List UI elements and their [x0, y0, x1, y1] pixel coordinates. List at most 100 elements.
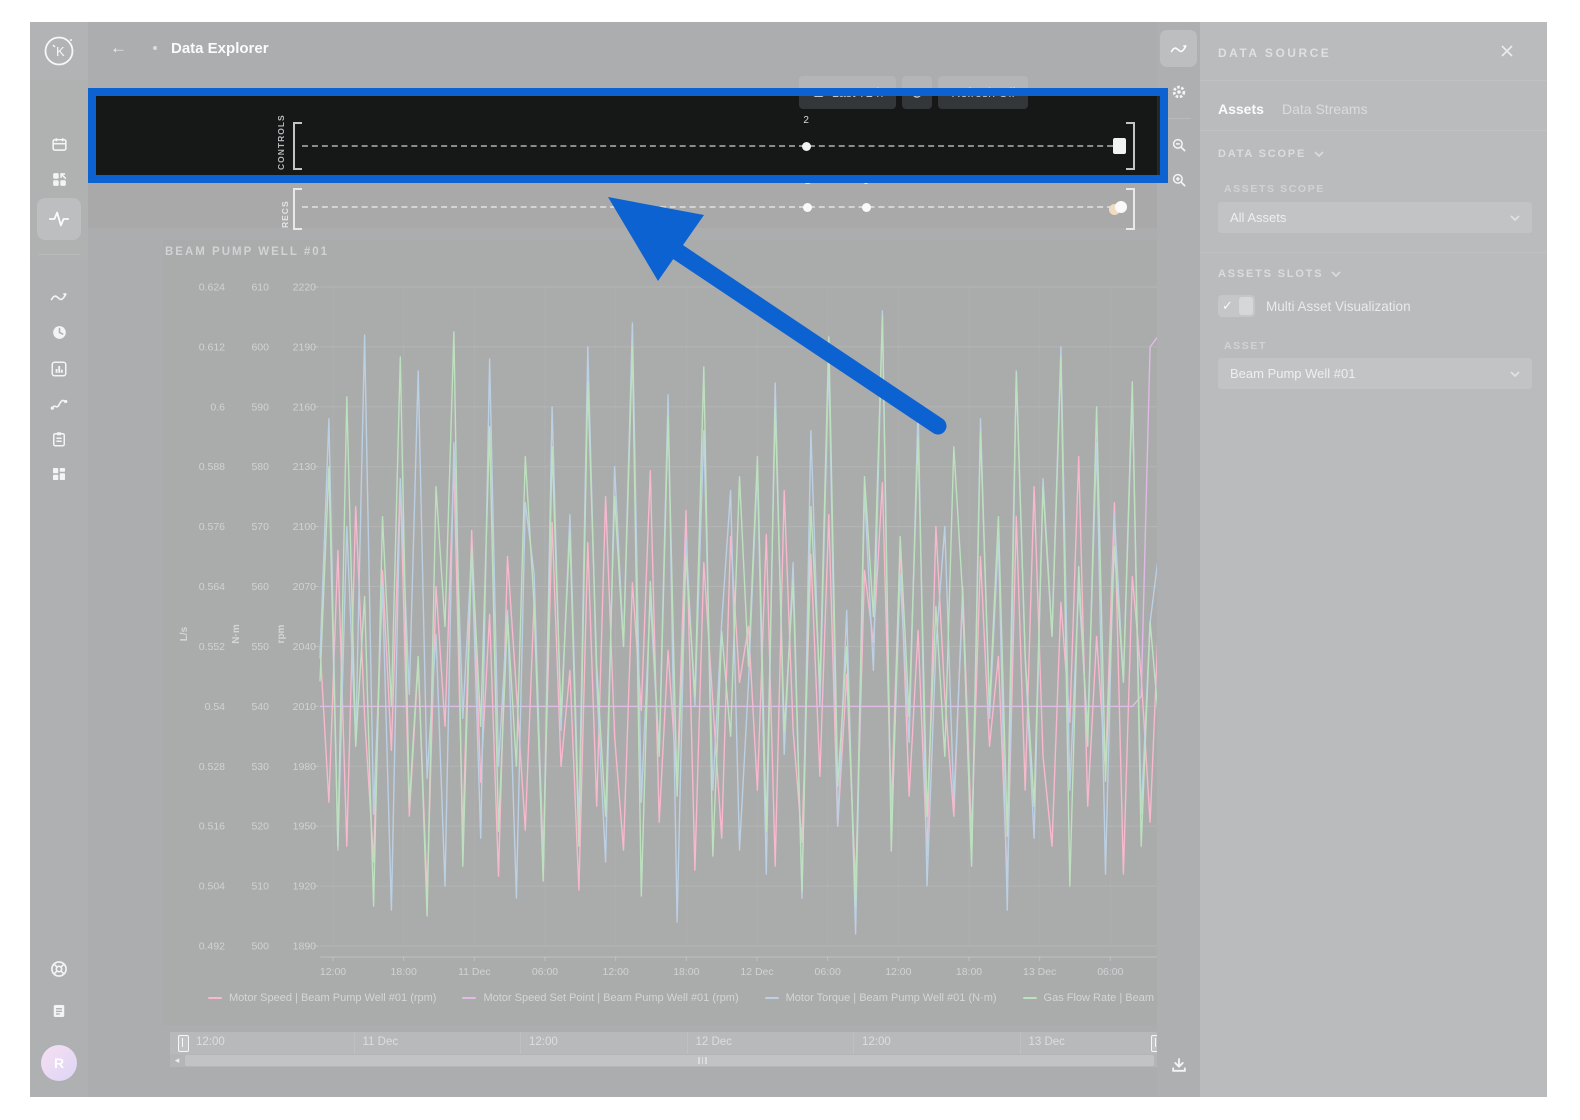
close-icon[interactable] [1500, 44, 1518, 62]
refresh-off-button[interactable]: Refresh Off [938, 76, 1028, 109]
sidebar-item-trends[interactable] [30, 280, 88, 314]
svg-text:13 Dec: 13 Dec [1023, 966, 1056, 978]
sidebar-item-reports[interactable] [30, 422, 88, 456]
svg-text:12 Dec: 12 Dec [740, 966, 773, 978]
svg-text:12:00: 12:00 [603, 966, 629, 978]
time-range-label: Last 72 h [832, 86, 883, 100]
controls-dashed-line [302, 145, 1123, 147]
sidebar-item-history[interactable] [30, 315, 88, 349]
scrollbar-thumb[interactable] [185, 1055, 1154, 1066]
scroll-left-arrow[interactable]: ◂ [170, 1054, 184, 1067]
svg-text:12:00: 12:00 [320, 966, 346, 978]
legend-item[interactable]: Motor Speed Set Point | Beam Pump Well #… [462, 992, 738, 1004]
horizontal-scrollbar[interactable]: ◂ ▸ [170, 1054, 1170, 1067]
calendar-icon [812, 86, 825, 99]
svg-text:1980: 1980 [293, 761, 317, 773]
data-scope-header-label: DATA SCOPE [1218, 148, 1306, 160]
svg-text:0.612: 0.612 [199, 341, 225, 353]
minimap-time-label: 12:00 [529, 1036, 558, 1048]
legend-color-dash [462, 997, 476, 1000]
controls-range-handle[interactable] [1113, 138, 1126, 154]
minimap-section-divider [520, 1032, 521, 1054]
page-header: ← Data Explorer [88, 22, 1157, 74]
toolbar-download-button[interactable] [1157, 1050, 1200, 1080]
svg-text:11 Dec: 11 Dec [458, 966, 491, 978]
timeline-minimap[interactable]: 12:0011 Dec12:0012 Dec12:0013 Dec [170, 1032, 1170, 1054]
logo-button[interactable]: K [30, 22, 88, 80]
user-avatar[interactable]: R [41, 1045, 77, 1081]
top-toolbar: Last 72 h Refresh Off [799, 76, 1028, 109]
svg-text:1950: 1950 [293, 821, 317, 833]
calendar-icon [50, 135, 69, 154]
panel-divider [1200, 80, 1547, 81]
track-event-count: 2 [805, 176, 811, 187]
chart-card: BEAM PUMP WELL #01 0.6240.6120.60.5880.5… [163, 240, 1183, 1025]
toolbar-zoom-out-button[interactable] [1157, 130, 1200, 160]
page-title: Data Explorer [171, 40, 269, 57]
zoom-out-icon [1170, 136, 1188, 154]
panel-title: DATA SOURCE [1218, 46, 1331, 60]
toolbar-settings-button[interactable] [1157, 77, 1200, 107]
asset-label: ASSET [1224, 340, 1267, 352]
sidebar-item-dashboards[interactable] [30, 457, 88, 491]
notes-icon [50, 1002, 68, 1020]
svg-text:0.576: 0.576 [199, 521, 225, 533]
minimap-section-divider [354, 1032, 355, 1054]
track-event-dot[interactable] [802, 142, 811, 151]
svg-text:560: 560 [251, 581, 269, 593]
svg-text:12:00: 12:00 [885, 966, 911, 978]
recs-right-bracket [1126, 188, 1135, 230]
svg-text:2130: 2130 [293, 461, 317, 473]
legend-color-dash [208, 997, 222, 1000]
toolbar-trend-button-active[interactable] [1160, 30, 1197, 67]
assets-scope-value: All Assets [1230, 210, 1286, 225]
svg-text:600: 600 [251, 341, 269, 353]
assets-scope-dropdown[interactable]: All Assets [1218, 202, 1532, 233]
sidebar-item-notes[interactable] [30, 994, 88, 1028]
minimap-section-divider [687, 1032, 688, 1054]
tab-assets[interactable]: Assets [1218, 101, 1264, 117]
data-scope-section-header[interactable]: DATA SCOPE [1218, 148, 1324, 160]
tab-data-streams[interactable]: Data Streams [1282, 101, 1368, 117]
refresh-button[interactable] [902, 76, 932, 109]
svg-text:2100: 2100 [293, 521, 317, 533]
chevron-down-icon [1331, 271, 1341, 277]
track-event-dot[interactable] [803, 203, 812, 212]
multi-asset-toggle[interactable]: ✓ [1218, 295, 1255, 317]
sidebar-item-apps[interactable] [30, 162, 88, 196]
legend-item[interactable]: Motor Speed | Beam Pump Well #01 (rpm) [208, 992, 436, 1004]
chart-legend: Motor Speed | Beam Pump Well #01 (rpm) Mo… [208, 992, 1257, 1004]
minimap-left-handle[interactable] [178, 1035, 189, 1052]
sidebar-item-flows[interactable] [30, 387, 88, 421]
svg-text:0.624: 0.624 [199, 282, 225, 294]
assets-slots-section-header[interactable]: ASSETS SLOTS [1218, 268, 1341, 280]
trend-icon [49, 287, 69, 307]
settings-gear-icon [1170, 83, 1188, 101]
legend-item[interactable]: Motor Torque | Beam Pump Well #01 (N·m) [765, 992, 997, 1004]
breadcrumb-dot [153, 46, 157, 50]
sidebar-item-calendar[interactable] [30, 127, 88, 161]
svg-text:L/s: L/s [179, 626, 190, 641]
asset-dropdown[interactable]: Beam Pump Well #01 [1218, 358, 1532, 389]
recs-end-marker-white[interactable] [1115, 201, 1127, 213]
svg-text:18:00: 18:00 [956, 966, 982, 978]
svg-text:N·m: N·m [231, 624, 242, 644]
chevron-down-icon [1510, 215, 1520, 221]
recs-track-label: RECS [280, 190, 290, 228]
chart-title: BEAM PUMP WELL #01 [165, 246, 329, 258]
svg-text:06:00: 06:00 [532, 966, 558, 978]
legend-color-dash [765, 997, 779, 1000]
sidebar-item-bar-charts[interactable] [30, 352, 88, 386]
sidebar-item-help[interactable] [30, 952, 88, 986]
time-range-button[interactable]: Last 72 h [799, 76, 896, 109]
back-button[interactable]: ← [110, 38, 127, 58]
track-event-dot[interactable] [862, 203, 871, 212]
main-area: ← Data Explorer Last 72 h Re [88, 22, 1157, 1097]
minimap-section-divider [853, 1032, 854, 1054]
chevron-down-icon [1314, 151, 1324, 157]
svg-text:18:00: 18:00 [673, 966, 699, 978]
assets-scope-label: ASSETS SCOPE [1224, 183, 1325, 195]
toolbar-zoom-in-button[interactable] [1157, 165, 1200, 195]
sidebar-item-data-explorer-active[interactable] [37, 198, 81, 240]
sidebar: K [30, 22, 88, 1097]
